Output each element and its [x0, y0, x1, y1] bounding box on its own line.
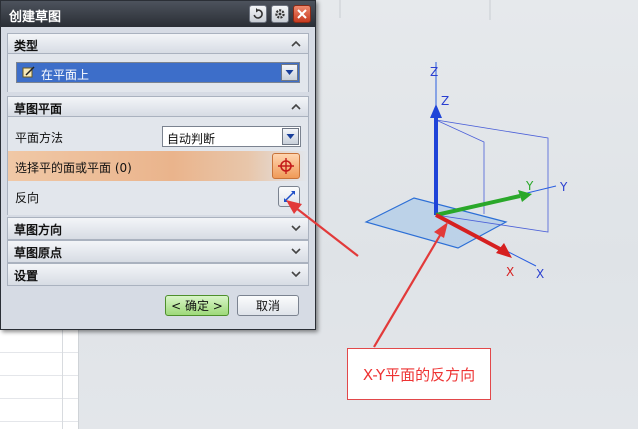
- y-label-inner: Y: [525, 179, 534, 193]
- reverse-direction-icon: [282, 189, 297, 204]
- xz-plane-outline: [435, 119, 485, 214]
- close-button[interactable]: [293, 5, 311, 23]
- chevron-up-icon[interactable]: [289, 100, 303, 114]
- plane-method-dropdown[interactable]: 自动判断: [162, 126, 301, 147]
- type-dropdown[interactable]: 在平面上: [16, 62, 300, 83]
- section-settings-label: 设置: [14, 269, 39, 283]
- section-origin-header[interactable]: 草图原点: [7, 240, 309, 263]
- type-dropdown-value: 在平面上: [41, 68, 90, 82]
- section-orientation-header[interactable]: 草图方向: [7, 217, 309, 240]
- plane-method-label: 平面方法: [15, 131, 64, 145]
- chevron-down-icon[interactable]: [289, 221, 303, 235]
- x-label-inner: X: [506, 265, 514, 279]
- z-label-inner: Z: [441, 94, 449, 108]
- settings-button[interactable]: [271, 5, 289, 23]
- select-plane-button[interactable]: [272, 153, 300, 179]
- x-label-outer: X: [536, 267, 544, 281]
- close-icon: [296, 8, 308, 20]
- section-orientation-label: 草图方向: [14, 223, 63, 237]
- select-plane-label: 选择平的面或平面 (0): [15, 161, 132, 175]
- chevron-up-icon[interactable]: [289, 37, 303, 51]
- reset-button[interactable]: [249, 5, 267, 23]
- ok-button[interactable]: < 确定 >: [165, 295, 229, 316]
- y-label-outer: Y: [559, 180, 568, 194]
- chevron-down-icon[interactable]: [281, 64, 298, 81]
- crosshair-icon: [277, 157, 295, 175]
- dialog-title: 创建草图: [9, 10, 62, 25]
- section-plane-label: 草图平面: [14, 102, 63, 116]
- section-settings-header[interactable]: 设置: [7, 263, 309, 286]
- annotation-label: X-Y平面的反方向: [347, 348, 491, 400]
- cancel-button[interactable]: 取消: [237, 295, 299, 316]
- create-sketch-dialog: 创建草图 类型 在平面上 草图平面 平面方法 自动判断 选择平的面或平面 (0)…: [0, 0, 316, 330]
- section-type-label: 类型: [14, 39, 39, 53]
- gear-icon: [274, 8, 286, 20]
- reverse-direction-button[interactable]: [278, 186, 300, 207]
- section-plane-header[interactable]: 草图平面: [7, 96, 309, 117]
- section-type-body: 在平面上: [7, 54, 309, 92]
- dialog-titlebar[interactable]: 创建草图: [1, 1, 315, 27]
- x-arrowhead: [496, 243, 512, 258]
- section-origin-label: 草图原点: [14, 246, 63, 260]
- z-label-outer: Z: [430, 65, 438, 79]
- reverse-label: 反向: [15, 191, 40, 205]
- sketch-plane-icon: [22, 65, 36, 79]
- chevron-down-icon[interactable]: [289, 267, 303, 281]
- chevron-down-icon[interactable]: [282, 128, 299, 145]
- section-type-header[interactable]: 类型: [7, 33, 309, 54]
- y-axis[interactable]: [435, 194, 521, 217]
- undo-icon: [252, 8, 264, 20]
- plane-method-value: 自动判断: [167, 132, 216, 146]
- chevron-down-icon[interactable]: [289, 244, 303, 258]
